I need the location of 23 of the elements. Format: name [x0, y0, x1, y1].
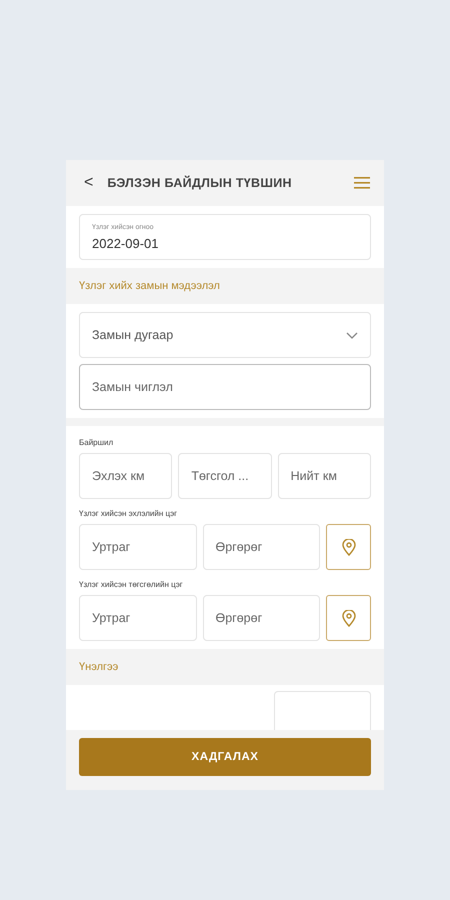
- location-button[interactable]: [326, 524, 371, 570]
- chevron-down-icon: [346, 332, 358, 338]
- location-pin-icon: [342, 610, 356, 626]
- field-label: Үзлэг хийсэн эхлэлийн цэг: [79, 509, 178, 518]
- back-button[interactable]: <: [84, 174, 94, 192]
- input-field[interactable]: Төгсгол ...: [178, 453, 272, 499]
- location-pin-icon: [342, 538, 356, 556]
- menu-icon[interactable]: [354, 176, 370, 190]
- input-field[interactable]: Өргөрөг: [202, 524, 320, 570]
- input-field[interactable]: Уртраг: [79, 595, 196, 641]
- input-field[interactable]: Нийт км: [278, 453, 371, 499]
- save-button[interactable]: ХАДГАЛАХ: [79, 738, 371, 776]
- screen-title: БЭЛЗЭН БАЙДЛЫН ТҮВШИН: [107, 176, 293, 190]
- input-field[interactable]: Өргөрөг: [202, 595, 320, 641]
- input-field[interactable]: Замын чиглэл: [79, 364, 371, 410]
- input-field[interactable]: Эхлэх км: [79, 453, 172, 499]
- location-button[interactable]: [326, 595, 371, 641]
- field-label: Байршил: [79, 438, 114, 447]
- road-number-dropdown[interactable]: Замын дугаар: [79, 312, 371, 358]
- input-field[interactable]: Уртраг: [79, 524, 196, 570]
- section-heading: Үнэлгээ: [78, 660, 120, 675]
- section-heading: Үзлэг хийх замын мэдээлэл: [78, 279, 221, 294]
- field-label: Үзлэг хийсэн төгсгөлийн цэг: [79, 580, 184, 589]
